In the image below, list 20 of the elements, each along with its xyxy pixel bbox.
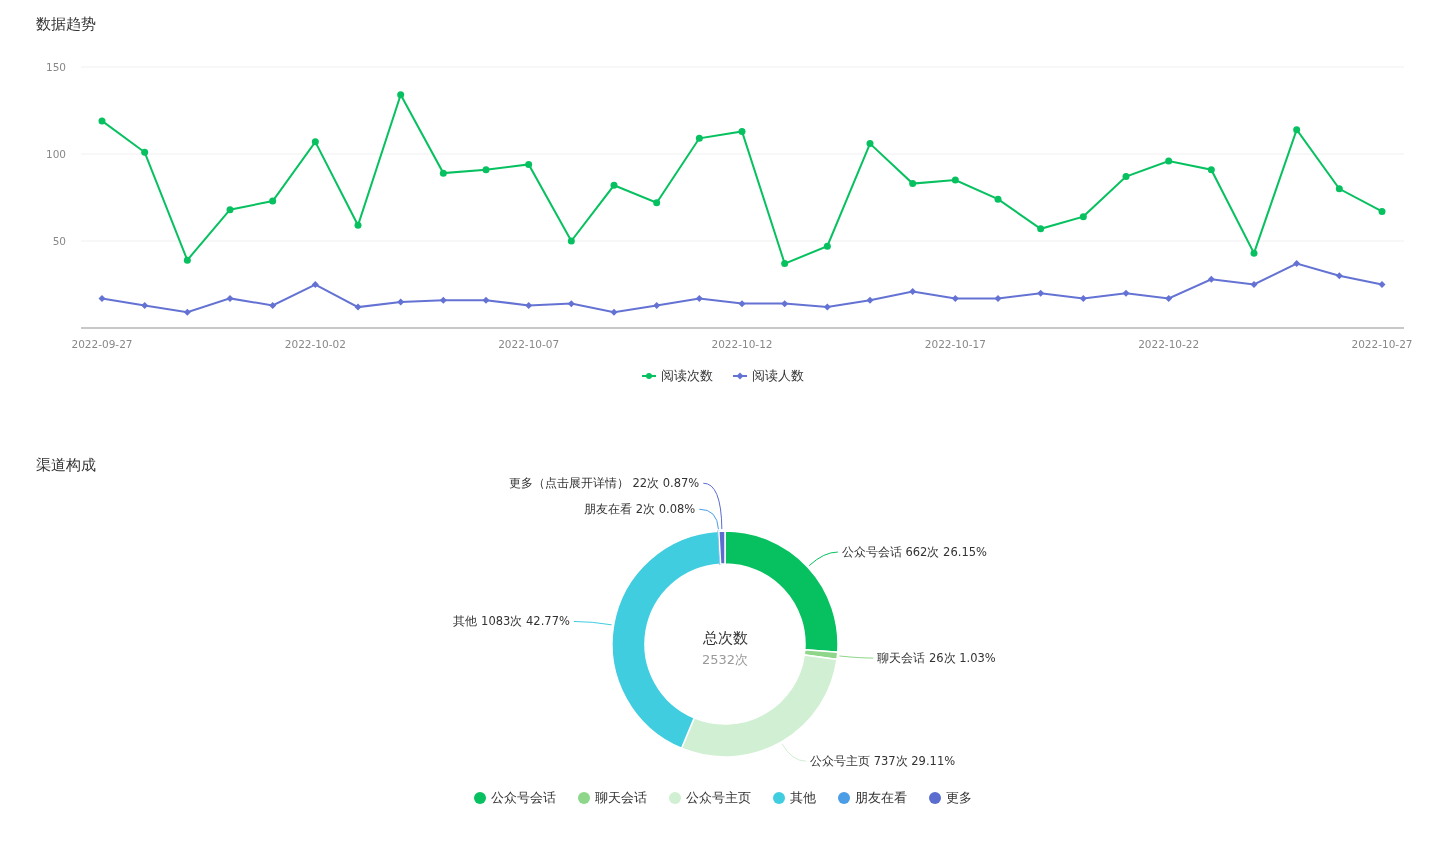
axis-label: 100 — [45, 148, 66, 160]
section-title: 渠道构成 — [36, 455, 96, 475]
axis-label: 2022-10-22 — [1138, 338, 1200, 350]
axis-label: 2022-10-02 — [284, 338, 346, 350]
data-label: 更多（点击展开详情） 22次 0.87% — [508, 476, 700, 491]
section-title: 数据趋势 — [36, 14, 96, 34]
axis-label: 150 — [45, 61, 66, 73]
data-label: 公众号会话 662次 26.15% — [841, 545, 987, 560]
center-value: 2532次 — [701, 652, 749, 667]
data-label: 聊天会话 26次 1.03% — [877, 651, 996, 666]
axis-label: 2022-10-27 — [1351, 338, 1413, 350]
axis-label: 2022-10-07 — [498, 338, 560, 350]
data-label: 公众号主页 737次 29.11% — [810, 754, 956, 769]
axis-label: 2022-09-27 — [71, 338, 133, 350]
center-title: 总次数 — [702, 629, 748, 647]
axis-label: 50 — [52, 235, 66, 247]
axis-label: 2022-10-12 — [711, 338, 773, 350]
data-label: 其他 1083次 42.77% — [453, 614, 570, 629]
axis-label: 2022-10-17 — [924, 338, 986, 350]
data-label: 朋友在看 2次 0.08% — [584, 502, 696, 517]
